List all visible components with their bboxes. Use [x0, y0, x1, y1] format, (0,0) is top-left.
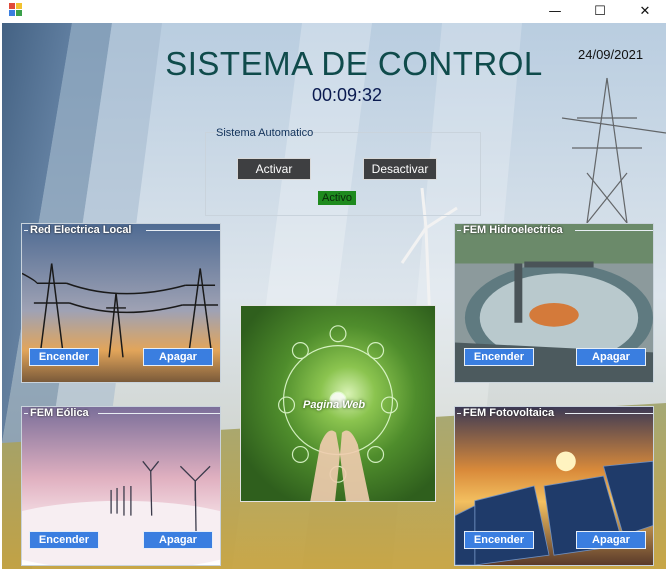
page-title: SISTEMA DE CONTROL	[165, 45, 543, 82]
clock-label: 00:09:32	[312, 85, 383, 105]
solar-off-button[interactable]: Apagar	[576, 531, 646, 549]
local-grid-off-button[interactable]: Apagar	[143, 348, 213, 366]
wind-legend: FEM Eólica	[30, 407, 89, 419]
web-page-button[interactable]: Pagina Web	[240, 305, 436, 502]
wind-panel: FEM Eólica Encender Apagar	[21, 406, 221, 566]
web-page-label: Pagina Web	[303, 399, 366, 411]
hydro-off-button[interactable]: Apagar	[576, 348, 646, 366]
solar-panel: FEM Fotovoltaica Encender Apagar	[454, 406, 654, 566]
deactivate-button[interactable]: Desactivar	[363, 158, 437, 180]
hydro-legend: FEM Hidroelectrica	[463, 224, 563, 236]
maximize-icon: ☐	[594, 3, 606, 19]
hydro-panel: FEM Hidroelectrica Encender Apagar	[454, 223, 654, 383]
minimize-icon: —	[548, 3, 562, 19]
local-grid-on-button[interactable]: Encender	[29, 348, 99, 366]
solar-legend: FEM Fotovoltaica	[463, 407, 555, 419]
close-icon: ✕	[639, 3, 651, 19]
wind-off-button[interactable]: Apagar	[143, 531, 213, 549]
automatic-system-legend: Sistema Automatico	[216, 127, 314, 139]
local-grid-panel: Red Electrica Local Encender Apagar	[21, 223, 221, 383]
close-button[interactable]: ✕	[623, 0, 667, 22]
hydro-on-button[interactable]: Encender	[464, 348, 534, 366]
title-bar: — ☐ ✕	[0, 0, 668, 22]
date-label: 24/09/2021	[578, 47, 644, 62]
status-badge: Activo	[318, 191, 356, 205]
minimize-button[interactable]: —	[533, 0, 577, 22]
local-grid-legend: Red Electrica Local	[30, 224, 132, 236]
wind-on-button[interactable]: Encender	[29, 531, 99, 549]
solar-on-button[interactable]: Encender	[464, 531, 534, 549]
main-form: SISTEMA DE CONTROL 00:09:32 24/09/2021 S…	[2, 23, 666, 569]
activate-button[interactable]: Activar	[237, 158, 311, 180]
maximize-button[interactable]: ☐	[578, 0, 622, 22]
app-icon	[9, 3, 23, 17]
